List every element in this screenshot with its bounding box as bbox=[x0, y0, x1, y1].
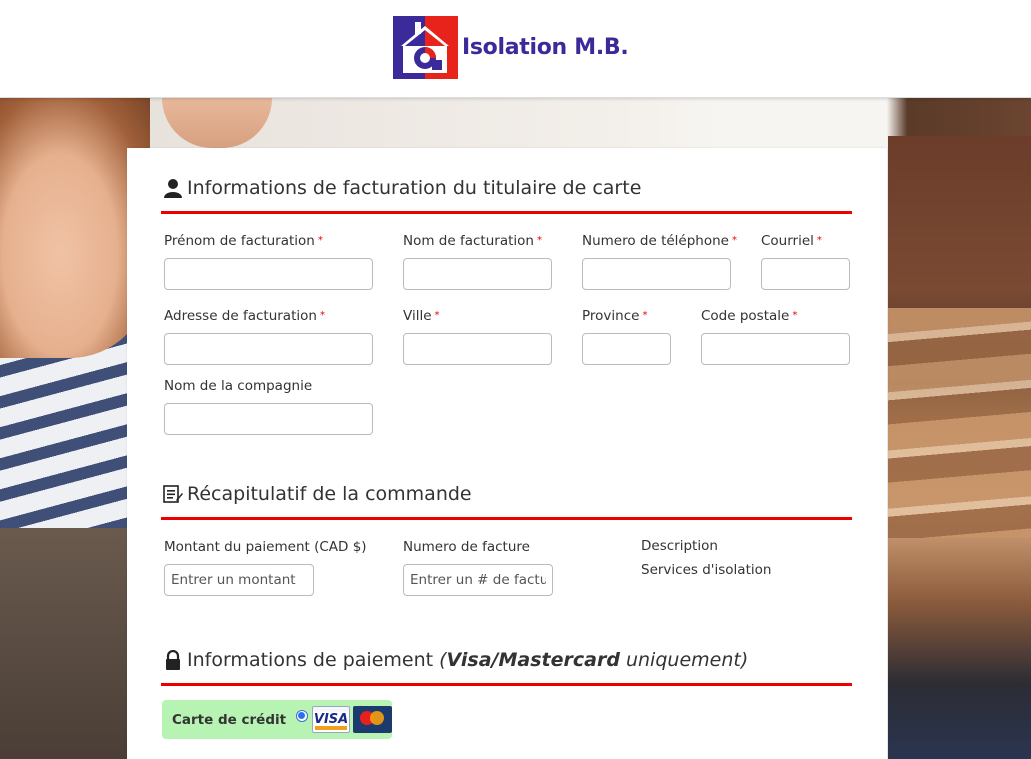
credit-card-option[interactable]: Carte de crédit VISA bbox=[162, 700, 392, 739]
credit-card-label: Carte de crédit bbox=[172, 711, 287, 728]
accepted-cards-text: Visa/Mastercard bbox=[446, 649, 620, 671]
payment-form: Informations de facturation du titulaire… bbox=[127, 148, 887, 759]
postal-code-field: Code postale * bbox=[701, 307, 850, 365]
last-name-input[interactable] bbox=[403, 258, 552, 290]
summary-section-title: Récapitulatif de la commande bbox=[163, 483, 472, 505]
lock-icon bbox=[163, 649, 183, 671]
sofa-image bbox=[0, 528, 130, 759]
email-field: Courriel * bbox=[761, 232, 850, 290]
brand-logo[interactable]: Isolation M.B. bbox=[393, 16, 629, 79]
billing-divider bbox=[161, 211, 852, 214]
invoice-input[interactable] bbox=[403, 564, 553, 596]
phone-label: Numero de téléphone * bbox=[582, 233, 737, 249]
user-icon bbox=[163, 177, 183, 199]
summary-divider bbox=[161, 517, 852, 520]
description-value: Services d'isolation bbox=[641, 562, 772, 578]
last-name-field: Nom de facturation * bbox=[403, 232, 552, 290]
amount-label: Montant du paiement (CAD $) bbox=[164, 539, 367, 555]
amount-input[interactable] bbox=[164, 564, 314, 596]
company-field: Nom de la compagnie bbox=[164, 377, 373, 435]
address-label: Adresse de facturation * bbox=[164, 308, 325, 324]
city-field: Ville * bbox=[403, 307, 552, 365]
first-name-input[interactable] bbox=[164, 258, 373, 290]
payment-section-title: Informations de paiement (Visa/Mastercar… bbox=[163, 649, 748, 671]
email-label: Courriel * bbox=[761, 233, 822, 249]
province-input[interactable] bbox=[582, 333, 671, 365]
house-logo-icon bbox=[393, 16, 458, 79]
address-input[interactable] bbox=[164, 333, 373, 365]
email-input[interactable] bbox=[761, 258, 850, 290]
phone-input[interactable] bbox=[582, 258, 731, 290]
first-name-label: Prénom de facturation * bbox=[164, 233, 323, 249]
description-label: Description bbox=[641, 538, 718, 554]
postal-code-input[interactable] bbox=[701, 333, 850, 365]
credit-card-radio[interactable] bbox=[296, 709, 308, 722]
city-label: Ville * bbox=[403, 308, 440, 324]
payment-divider bbox=[161, 683, 852, 686]
first-name-field: Prénom de facturation * bbox=[164, 232, 373, 290]
invoice-field: Numero de facture bbox=[403, 538, 553, 596]
province-label: Province * bbox=[582, 308, 648, 324]
billing-section-title: Informations de facturation du titulaire… bbox=[163, 177, 641, 199]
brand-name: Isolation M.B. bbox=[462, 35, 629, 60]
company-label: Nom de la compagnie bbox=[164, 378, 313, 394]
mastercard-icon bbox=[353, 706, 392, 733]
city-input[interactable] bbox=[403, 333, 552, 365]
site-header: Isolation M.B. bbox=[0, 0, 1031, 98]
adult-face-image bbox=[162, 98, 272, 148]
province-field: Province * bbox=[582, 307, 671, 365]
postal-code-label: Code postale * bbox=[701, 308, 798, 324]
phone-field: Numero de téléphone * bbox=[582, 232, 737, 290]
company-input[interactable] bbox=[164, 403, 373, 435]
address-field: Adresse de facturation * bbox=[164, 307, 373, 365]
list-edit-icon bbox=[163, 483, 183, 505]
last-name-label: Nom de facturation * bbox=[403, 233, 542, 249]
amount-field: Montant du paiement (CAD $) bbox=[164, 538, 367, 596]
firewood-image bbox=[888, 308, 1031, 538]
visa-card-icon: VISA bbox=[311, 706, 351, 733]
invoice-label: Numero de facture bbox=[403, 539, 530, 555]
